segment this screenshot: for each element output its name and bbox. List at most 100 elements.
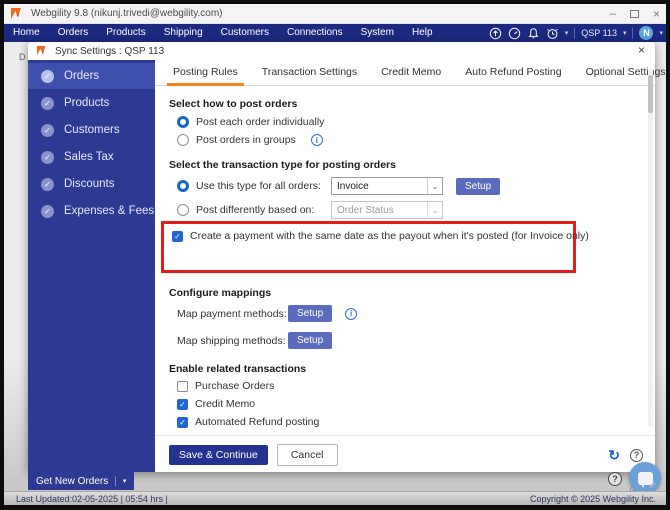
refresh-icon[interactable]: ↻: [608, 448, 620, 462]
checkbox-label: Create a payment with the same date as t…: [190, 230, 589, 242]
dialog-title: Sync Settings : QSP 113: [55, 45, 165, 57]
radio-selected-icon[interactable]: [177, 180, 189, 192]
user-avatar[interactable]: N: [639, 26, 654, 40]
menu-help[interactable]: Help: [403, 24, 442, 42]
notifications-bell-icon[interactable]: [527, 27, 540, 40]
radio-unselected-icon[interactable]: [177, 204, 189, 216]
maximize-button[interactable]: [629, 10, 639, 18]
settings-sidebar: ✓ Orders ✓ Products ✓ Customers ✓ Sales …: [28, 60, 155, 472]
radio-row-use-type-all[interactable]: Use this type for all orders: Invoice ⌄ …: [177, 177, 643, 195]
radio-label: Use this type for all orders:: [196, 180, 321, 192]
map-payment-setup-button[interactable]: Setup: [288, 305, 333, 322]
check-circle-icon: ✓: [41, 177, 54, 191]
sidebar-item-expenses-fees[interactable]: ✓ Expenses & Fees: [28, 198, 155, 224]
tab-auto-refund-posting[interactable]: Auto Refund Posting: [453, 60, 573, 85]
sidebar-item-label: Sales Tax: [64, 151, 114, 163]
scrollbar-thumb[interactable]: [648, 75, 653, 113]
status-bar: Last Updated:02-05-2025 | 05:54 hrs | Co…: [4, 491, 666, 505]
sidebar-item-label: Products: [64, 97, 110, 109]
checkbox-checked-icon[interactable]: ✓: [172, 230, 183, 242]
dialog-header: Sync Settings : QSP 113 ×: [28, 42, 655, 60]
sidebar-item-label: Discounts: [64, 178, 115, 190]
scheduler-clock-icon[interactable]: [546, 27, 559, 40]
user-menu-caret-icon[interactable]: ▾: [659, 29, 663, 37]
scheduler-caret-icon[interactable]: ▾: [565, 29, 569, 37]
background-window-fragment: D: [19, 52, 26, 62]
checkbox-row-purchase-orders[interactable]: Purchase Orders: [177, 380, 643, 392]
red-highlight-annotation: ✓ Create a payment with the same date as…: [161, 221, 589, 273]
checkbox-label: Credit Memo: [195, 398, 256, 410]
last-updated-status: Last Updated:02-05-2025 | 05:54 hrs |: [16, 493, 168, 504]
check-circle-icon: ✓: [41, 150, 54, 164]
map-shipping-setup-button[interactable]: Setup: [288, 332, 333, 349]
radio-row-post-differently[interactable]: Post differently based on: Order Status …: [177, 201, 643, 219]
tab-posting-rules[interactable]: Posting Rules: [161, 60, 250, 86]
dialog-close-icon[interactable]: ×: [638, 43, 645, 57]
row-label: Map shipping methods:: [177, 334, 286, 347]
radio-unselected-icon[interactable]: [177, 134, 189, 146]
map-payment-methods-row: Map payment methods: Setup i: [177, 305, 643, 322]
section-heading-post-orders: Select how to post orders: [169, 98, 298, 110]
check-circle-icon: ✓: [41, 69, 54, 83]
checkbox-row-payment-date[interactable]: ✓ Create a payment with the same date as…: [172, 230, 589, 242]
radio-row-post-individually[interactable]: Post each order individually: [177, 116, 643, 128]
cancel-button[interactable]: Cancel: [276, 444, 338, 466]
menu-orders[interactable]: Orders: [49, 24, 98, 42]
info-icon[interactable]: i: [345, 307, 358, 320]
window-title: Webgility 9.8 (nikunj.trivedi@webgility.…: [31, 8, 223, 19]
save-continue-button[interactable]: Save & Continue: [169, 445, 268, 465]
transaction-type-setup-button[interactable]: Setup: [456, 177, 501, 195]
radio-row-post-groups[interactable]: Post orders in groups i: [177, 134, 643, 146]
dropdown-value: Invoice: [337, 180, 369, 192]
info-icon[interactable]: i: [310, 134, 323, 146]
sidebar-item-sales-tax[interactable]: ✓ Sales Tax: [28, 144, 155, 170]
checkbox-row-automated-refund[interactable]: ✓ Automated Refund posting: [177, 416, 643, 428]
sidebar-item-discounts[interactable]: ✓ Discounts: [28, 171, 155, 197]
sidebar-item-customers[interactable]: ✓ Customers: [28, 117, 155, 143]
sidebar-item-label: Expenses & Fees: [64, 205, 155, 217]
tab-transaction-settings[interactable]: Transaction Settings: [250, 60, 369, 85]
app-window: Webgility 9.8 (nikunj.trivedi@webgility.…: [4, 4, 666, 505]
button-divider: |: [114, 475, 117, 487]
order-status-dropdown: Order Status ⌄: [331, 201, 443, 219]
settings-tabs: Posting Rules Transaction Settings Credi…: [155, 60, 666, 86]
check-circle-icon: ✓: [41, 204, 54, 218]
help-icon-bottom[interactable]: ?: [608, 472, 622, 486]
menu-shipping[interactable]: Shipping: [155, 24, 212, 42]
sidebar-item-orders[interactable]: ✓ Orders: [28, 63, 155, 89]
chevron-down-icon: ⌄: [427, 178, 442, 194]
store-selector-caret-icon[interactable]: ▾: [623, 29, 627, 37]
gauge-icon[interactable]: [508, 27, 521, 40]
checkbox-label: Automated Refund posting: [195, 416, 320, 428]
chat-widget-icon[interactable]: [629, 462, 661, 494]
dialog-footer: Save & Continue Cancel ↻ ?: [155, 435, 655, 466]
checkbox-row-credit-memo[interactable]: ✓ Credit Memo: [177, 398, 643, 410]
upload-status-icon[interactable]: [489, 27, 502, 40]
sidebar-item-label: Customers: [64, 124, 120, 136]
menu-home[interactable]: Home: [4, 24, 49, 42]
help-icon[interactable]: ?: [630, 448, 643, 462]
checkbox-unchecked-icon[interactable]: [177, 380, 188, 392]
tab-credit-memo[interactable]: Credit Memo: [369, 60, 453, 85]
check-circle-icon: ✓: [41, 123, 54, 137]
menubar-divider: [574, 27, 576, 39]
checkbox-checked-icon[interactable]: ✓: [177, 398, 188, 410]
sidebar-item-products[interactable]: ✓ Products: [28, 90, 155, 116]
close-window-button[interactable]: ×: [653, 4, 660, 24]
radio-label: Post differently based on:: [196, 204, 315, 216]
get-new-orders-caret-icon[interactable]: ▾: [123, 477, 127, 485]
store-selector[interactable]: QSP 113: [581, 28, 617, 38]
get-new-orders-button[interactable]: Get New Orders | ▾: [28, 472, 135, 490]
transaction-type-dropdown[interactable]: Invoice ⌄: [331, 177, 443, 195]
radio-selected-icon[interactable]: [177, 116, 189, 128]
minimize-button[interactable]: –: [610, 4, 616, 24]
menu-products[interactable]: Products: [97, 24, 154, 42]
menu-connections[interactable]: Connections: [278, 24, 352, 42]
vertical-scrollbar[interactable]: [648, 69, 653, 427]
menubar-divider: [632, 27, 634, 39]
menu-customers[interactable]: Customers: [212, 24, 278, 42]
posting-rules-panel: Select how to post orders Post each orde…: [155, 86, 655, 428]
menu-system[interactable]: System: [352, 24, 403, 42]
screenshot-frame: Webgility 9.8 (nikunj.trivedi@webgility.…: [0, 0, 670, 510]
checkbox-checked-icon[interactable]: ✓: [177, 416, 188, 428]
